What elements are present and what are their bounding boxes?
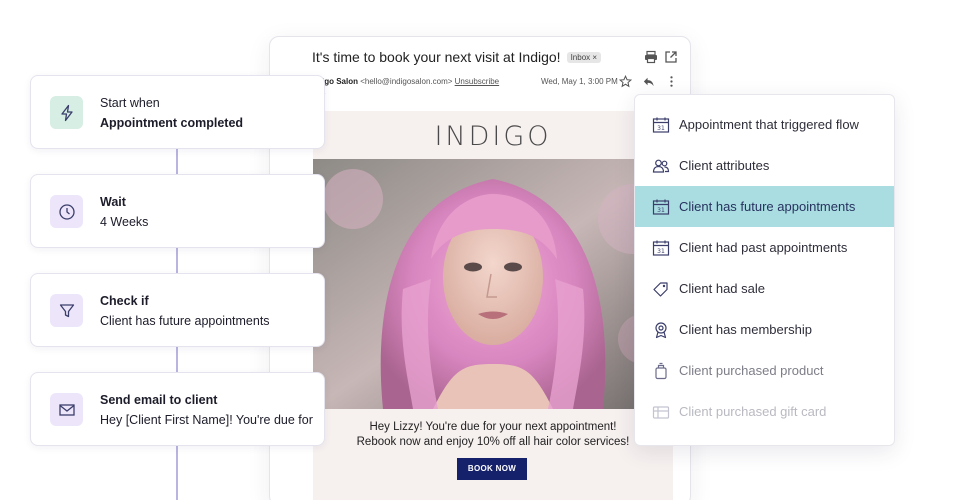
promo-line-2: Rebook now and enjoy 10% off all hair co… — [356, 436, 630, 448]
menu-item-client-membership[interactable]: Client has membership — [635, 309, 894, 350]
menu-item-client-purchased-gift-card[interactable]: Client purchased gift card — [635, 391, 894, 432]
unsubscribe-link[interactable]: Unsubscribe — [455, 77, 499, 86]
step-title: Start when — [100, 96, 160, 110]
promo-line-1: Hey Lizzy! You're due for your next appo… — [369, 421, 617, 433]
flow-connector — [176, 247, 178, 275]
step-title: Check if — [100, 294, 149, 308]
open-in-new-window-icon[interactable] — [664, 50, 678, 64]
filter-icon — [50, 294, 83, 327]
svg-text:31: 31 — [657, 125, 665, 132]
email-date: Wed, May 1, 3:00 PM — [541, 77, 618, 86]
step-title: Wait — [100, 195, 126, 209]
svg-text:31: 31 — [657, 207, 665, 214]
inbox-label-chip[interactable]: Inbox × — [566, 52, 602, 63]
lightning-icon — [50, 96, 83, 129]
flow-connector — [176, 346, 178, 374]
menu-item-client-had-sale[interactable]: Client had sale — [635, 268, 894, 309]
email-preview-window: It's time to book your next visit at Ind… — [269, 36, 691, 500]
step-subtitle: Appointment completed — [100, 116, 244, 130]
menu-item-client-past-appointments[interactable]: 31 Client had past appointments — [635, 227, 894, 268]
menu-item-client-attributes[interactable]: Client attributes — [635, 145, 894, 186]
print-icon[interactable] — [644, 50, 658, 64]
menu-item-client-future-appointments[interactable]: 31 Client has future appointments — [635, 186, 894, 227]
svg-text:31: 31 — [657, 248, 665, 255]
flow-step-check[interactable]: Check if Client has future appointments — [30, 273, 325, 347]
flow-step-wait[interactable]: Wait 4 Weeks — [30, 174, 325, 248]
menu-item-label: Client purchased product — [679, 363, 824, 378]
menu-item-label: Client attributes — [679, 158, 770, 173]
star-icon[interactable] — [619, 75, 632, 88]
gift-card-icon — [652, 406, 670, 419]
brand-logo-text: INDIGO — [434, 121, 552, 152]
clock-icon — [50, 195, 83, 228]
bottle-icon — [655, 362, 667, 380]
menu-item-label: Client had past appointments — [679, 240, 848, 255]
step-subtitle: Hey [Client First Name]! You're due for — [100, 413, 313, 427]
people-icon — [652, 159, 670, 173]
calendar-icon: 31 — [652, 199, 670, 215]
menu-item-label: Client has membership — [679, 322, 812, 337]
menu-item-label: Appointment that triggered flow — [679, 117, 859, 132]
step-title: Send email to client — [100, 393, 218, 407]
menu-item-appointment-triggered-flow[interactable]: 31 Appointment that triggered flow — [635, 104, 894, 145]
email-subject: It's time to book your next visit at Ind… — [312, 49, 602, 65]
menu-item-label: Client had sale — [679, 281, 765, 296]
badge-icon — [655, 322, 667, 339]
sender-line: Indigo Salon <hello@indigosalon.com> Uns… — [310, 77, 499, 86]
book-now-button[interactable]: BOOK NOW — [457, 458, 527, 480]
step-subtitle: Client has future appointments — [100, 314, 270, 328]
step-subtitle: 4 Weeks — [100, 215, 149, 229]
model-photo — [313, 159, 673, 409]
calendar-icon: 31 — [652, 117, 670, 133]
reply-icon[interactable] — [642, 75, 655, 88]
email-subject-text: It's time to book your next visit at Ind… — [312, 49, 561, 65]
envelope-icon — [50, 393, 83, 426]
flow-step-send-email[interactable]: Send email to client Hey [Client First N… — [30, 372, 325, 446]
sender-address: <hello@indigosalon.com> — [360, 77, 453, 86]
menu-item-label: Client has future appointments — [679, 199, 856, 214]
promo-message: Hey Lizzy! You're due for your next appo… — [313, 420, 673, 450]
conditions-dropdown: 31 Appointment that triggered flow Clien… — [634, 94, 895, 446]
menu-item-client-purchased-product[interactable]: Client purchased product — [635, 350, 894, 391]
flow-step-trigger[interactable]: Start when Appointment completed — [30, 75, 325, 149]
more-options-icon[interactable] — [665, 75, 678, 88]
tag-icon — [653, 282, 668, 297]
email-body: INDIGO Hey Lizzy! You're due for your ne… — [313, 111, 673, 500]
flow-connector — [176, 148, 178, 176]
calendar-icon: 31 — [652, 240, 670, 256]
menu-item-label: Client purchased gift card — [679, 404, 827, 419]
flow-connector — [176, 445, 178, 500]
